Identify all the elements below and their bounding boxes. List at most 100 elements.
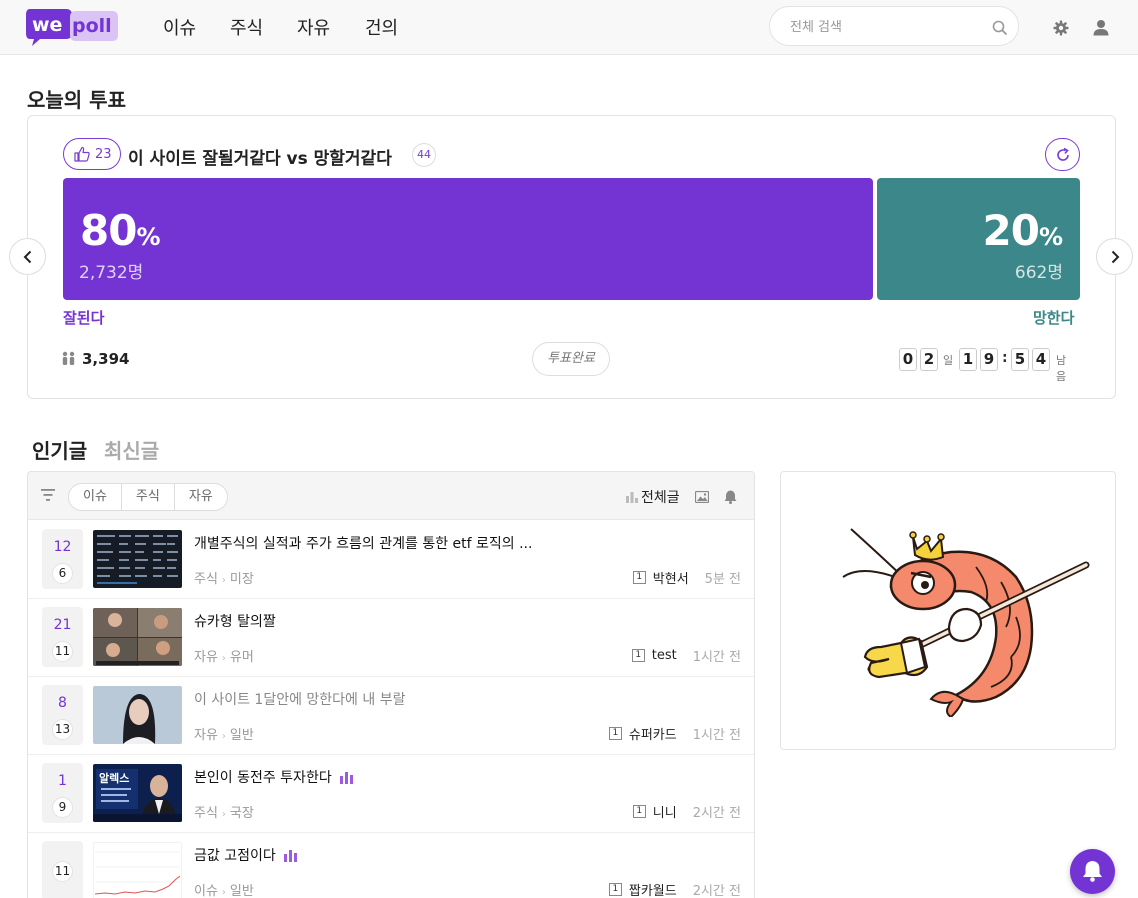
post-row[interactable]: 21 11 슈카형 탈의짤 자유 › 유머 1 test 1시간 전	[28, 599, 754, 677]
countdown-digit: 9	[980, 348, 998, 371]
post-vote-box: 21 11	[42, 607, 83, 667]
list-toolbar: 이슈 주식 자유 전체글	[28, 472, 754, 520]
category-chip-free[interactable]: 자유	[175, 484, 227, 510]
post-title[interactable]: 본인이 동전주 투자한다	[194, 767, 353, 787]
post-category: 이슈 › 일반	[194, 884, 254, 898]
refresh-button[interactable]	[1045, 138, 1080, 171]
all-posts-filter[interactable]: 전체글	[641, 487, 680, 507]
thumbnail-caption: 알렉스	[99, 771, 129, 785]
post-time: 5분 전	[704, 572, 741, 587]
shrimp-mascot-illustration	[842, 528, 1090, 717]
vote-complete-button[interactable]: 투표완료	[532, 342, 610, 376]
tab-latest[interactable]: 최신글	[104, 435, 159, 464]
gear-icon[interactable]	[1053, 20, 1069, 36]
option-b-bar[interactable]: 20% 662명	[877, 178, 1080, 300]
post-title[interactable]: 이 사이트 1달안에 망한다에 내 부랄	[194, 689, 405, 709]
post-vote-box: 1 9	[42, 763, 83, 823]
chevron-right-icon: ›	[221, 731, 226, 742]
post-time: 2시간 전	[692, 806, 741, 821]
post-meta: 1 짭카월드 2시간 전	[608, 880, 741, 898]
post-row[interactable]: 11 금값 고점이다 이슈 › 일반 1 짭카월드 2시간 전	[28, 833, 754, 898]
bell-icon	[1083, 861, 1102, 882]
post-thumbnail[interactable]	[93, 530, 182, 588]
option-b-people: 662명	[1014, 263, 1063, 283]
post-meta: 1 test 1시간 전	[631, 646, 741, 665]
post-comment-count: 9	[52, 797, 73, 818]
post-thumbnail[interactable]	[93, 608, 182, 666]
tab-popular[interactable]: 인기글	[32, 435, 87, 464]
chevron-right-icon	[1111, 250, 1120, 264]
top-header: we poll 이슈 주식 자유 건의	[0, 0, 1138, 55]
post-author[interactable]: test	[652, 648, 677, 663]
logo-we: we	[32, 14, 62, 36]
bar-chart-icon	[626, 492, 638, 503]
post-title[interactable]: 개별주식의 실적과 주가 흐름의 관계를 통한 etf 로직의 ...	[194, 533, 532, 553]
post-row[interactable]: 1 9 알렉스 본인이 동전주 투자한다 주식 › 국장 1 니니 2시간 전	[28, 755, 754, 833]
category-chip-issue[interactable]: 이슈	[69, 484, 122, 510]
mascot-banner[interactable]	[780, 471, 1116, 750]
next-vote-button[interactable]	[1096, 238, 1133, 275]
vote-question[interactable]: 이 사이트 잘될거같다 vs 망할거같다	[128, 144, 392, 169]
post-thumbnail[interactable]	[93, 842, 182, 898]
voters-icon	[62, 351, 75, 365]
post-meta: 1 슈퍼카드 1시간 전	[608, 724, 741, 743]
image-icon[interactable]	[695, 491, 709, 503]
post-title[interactable]: 금값 고점이다	[194, 845, 297, 865]
chevron-left-icon	[23, 250, 32, 264]
post-row[interactable]: 12 6 개별주식의 실적과 주가 흐름의 관계를 통한 etf 로직의 ...…	[28, 521, 754, 599]
countdown-digit: 1	[959, 348, 977, 371]
user-level-badge: 1	[632, 571, 646, 584]
prev-vote-button[interactable]	[9, 238, 46, 275]
nav-suggest[interactable]: 건의	[365, 14, 398, 40]
search-icon[interactable]	[992, 20, 1008, 36]
countdown-suffix: 남음	[1056, 354, 1067, 383]
post-time: 2시간 전	[692, 884, 741, 898]
countdown-digit: 2	[920, 348, 938, 371]
filter-icon[interactable]	[41, 489, 55, 501]
post-time: 1시간 전	[692, 650, 741, 665]
post-author[interactable]: 니니	[653, 802, 677, 821]
chevron-right-icon: ›	[221, 653, 226, 664]
logo-poll: poll	[72, 15, 112, 37]
post-vote-box: 8 13	[42, 685, 83, 745]
nav-stock[interactable]: 주식	[230, 14, 263, 40]
comment-count-badge: 44	[412, 143, 436, 167]
wepoll-logo[interactable]: we poll	[26, 7, 118, 47]
category-chip-stock[interactable]: 주식	[122, 484, 175, 510]
poll-icon	[283, 850, 297, 862]
option-b-percent: 20%	[982, 206, 1064, 255]
post-vote-box: 11	[42, 841, 83, 898]
thumbs-up-icon	[74, 146, 90, 162]
countdown-colon: :	[1002, 350, 1008, 366]
post-thumbnail[interactable]	[93, 686, 182, 744]
user-icon[interactable]	[1093, 19, 1109, 36]
option-b-label: 망한다	[1033, 309, 1075, 327]
post-vote-box: 12 6	[42, 529, 83, 589]
post-author[interactable]: 슈퍼카드	[629, 724, 677, 743]
option-a-percent: 80%	[80, 206, 161, 255]
like-count: 23	[95, 147, 112, 162]
post-title[interactable]: 슈카형 탈의짤	[194, 611, 276, 631]
post-thumbnail[interactable]: 알렉스	[93, 764, 182, 822]
search-box	[769, 6, 1019, 46]
post-author[interactable]: 짭카월드	[629, 880, 677, 898]
nav-free[interactable]: 자유	[297, 14, 330, 40]
bell-icon[interactable]	[724, 490, 737, 504]
post-comment-count: 6	[52, 563, 73, 584]
nav-issue[interactable]: 이슈	[163, 14, 196, 40]
post-upvotes: 1	[58, 773, 67, 789]
post-meta: 1 니니 2시간 전	[632, 802, 741, 821]
user-level-badge: 1	[608, 883, 622, 896]
notification-fab[interactable]	[1070, 849, 1115, 894]
post-row[interactable]: 8 13 이 사이트 1달안에 망한다에 내 부랄 자유 › 일반 1 슈퍼카드 1…	[28, 677, 754, 755]
option-a-bar[interactable]: 80% 2,732명	[63, 178, 873, 300]
like-button[interactable]: 23	[63, 138, 121, 170]
post-category: 자유 › 일반	[194, 728, 254, 743]
post-upvotes: 21	[53, 617, 72, 633]
post-author[interactable]: 박현서	[653, 568, 689, 587]
user-level-badge: 1	[632, 805, 646, 818]
post-comment-count: 11	[52, 641, 73, 662]
post-category: 주식 › 국장	[194, 806, 254, 821]
option-a-label: 잘된다	[63, 309, 105, 327]
search-input[interactable]	[790, 16, 980, 38]
